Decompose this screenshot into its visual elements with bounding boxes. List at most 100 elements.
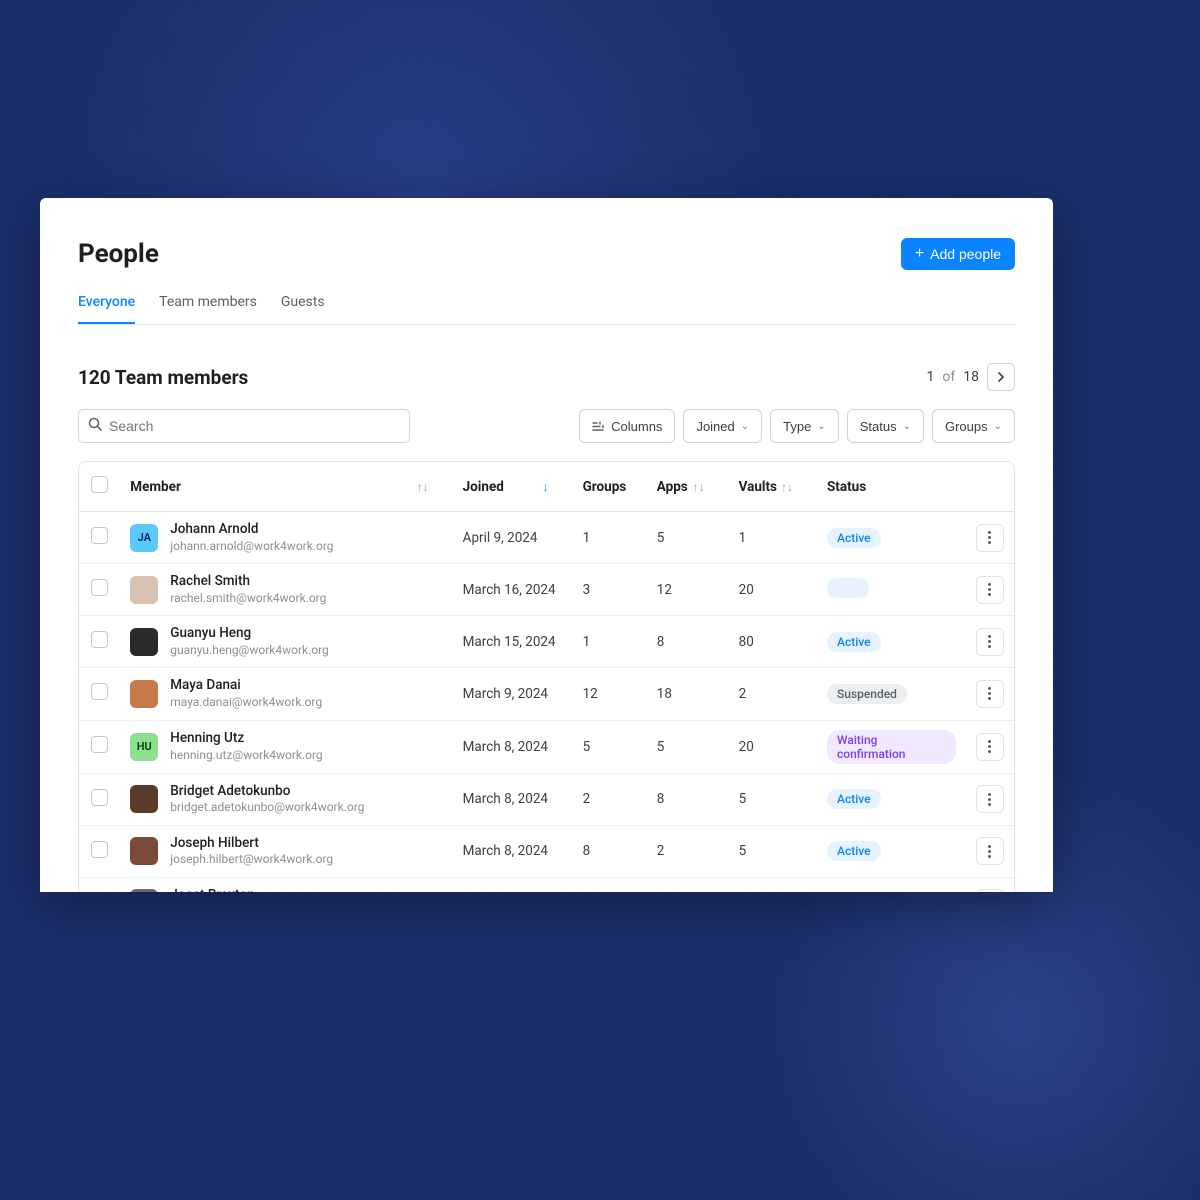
- tab-guests[interactable]: Guests: [281, 294, 325, 324]
- more-icon: [988, 635, 991, 648]
- table-row: Rachel Smithrachel.smith@work4work.orgMa…: [79, 564, 1014, 616]
- groups-cell: 8: [573, 877, 647, 892]
- member-email: maya.danai@work4work.org: [170, 695, 322, 711]
- groups-cell: 5: [573, 720, 647, 773]
- chevron-right-icon: [996, 372, 1006, 382]
- apps-cell: 18: [647, 668, 729, 720]
- page-title: People: [78, 239, 159, 269]
- vaults-cell: 2: [729, 668, 817, 720]
- status-badge: Waiting confirmation: [827, 730, 956, 764]
- table-row: HUHenning Utzhenning.utz@work4work.orgMa…: [79, 720, 1014, 773]
- col-groups[interactable]: Groups: [573, 462, 647, 512]
- vaults-cell: 1: [729, 512, 817, 564]
- member-name: Henning Utz: [170, 730, 322, 748]
- table-row: Joseph Hilbertjoseph.hilbert@work4work.o…: [79, 825, 1014, 877]
- table-row: Maya Danaimaya.danai@work4work.orgMarch …: [79, 668, 1014, 720]
- row-checkbox[interactable]: [91, 579, 108, 596]
- apps-cell: 18: [647, 877, 729, 892]
- avatar: [130, 680, 158, 708]
- apps-cell: 5: [647, 512, 729, 564]
- tab-team-members[interactable]: Team members: [159, 294, 257, 324]
- row-actions-button[interactable]: [976, 733, 1004, 761]
- more-icon: [988, 793, 991, 806]
- col-joined[interactable]: Joined: [463, 479, 504, 495]
- groups-cell: 1: [573, 616, 647, 668]
- member-email: henning.utz@work4work.org: [170, 748, 322, 764]
- sort-icon[interactable]: ↑↓: [417, 480, 429, 494]
- avatar: [130, 785, 158, 813]
- col-member[interactable]: Member: [130, 479, 181, 495]
- groups-cell: 8: [573, 825, 647, 877]
- avatar: [130, 889, 158, 892]
- page-of-label: of: [942, 369, 955, 385]
- select-all-checkbox[interactable]: [91, 476, 108, 493]
- row-checkbox[interactable]: [91, 631, 108, 648]
- apps-cell: 5: [647, 720, 729, 773]
- table-row: Joost Braxtonjoost.braxton@work4work.org…: [79, 877, 1014, 892]
- groups-cell: 12: [573, 668, 647, 720]
- row-actions-button[interactable]: [976, 889, 1004, 892]
- search-icon: [88, 417, 102, 435]
- member-email: johann.arnold@work4work.org: [170, 539, 333, 555]
- row-checkbox[interactable]: [91, 789, 108, 806]
- subtitle: 120 Team members: [78, 366, 248, 389]
- avatar: HU: [130, 733, 158, 761]
- joined-cell: March 8, 2024: [453, 825, 573, 877]
- member-name: Bridget Adetokunbo: [170, 783, 364, 801]
- joined-cell: March 16, 2024: [453, 564, 573, 616]
- member-email: rachel.smith@work4work.org: [170, 591, 326, 607]
- apps-cell: 12: [647, 564, 729, 616]
- sort-down-icon[interactable]: ↓: [543, 480, 549, 494]
- next-page-button[interactable]: [987, 363, 1015, 391]
- more-icon: [988, 531, 991, 544]
- status-badge: Active: [827, 528, 881, 548]
- row-actions-button[interactable]: [976, 680, 1004, 708]
- columns-icon: [592, 420, 605, 433]
- vaults-cell: 80: [729, 616, 817, 668]
- row-actions-button[interactable]: [976, 524, 1004, 552]
- row-checkbox[interactable]: [91, 736, 108, 753]
- main-panel: People + Add people Everyone Team members…: [40, 198, 1053, 892]
- type-filter[interactable]: Type ⌄: [770, 409, 839, 443]
- columns-button[interactable]: Columns: [579, 409, 675, 443]
- more-icon: [988, 583, 991, 596]
- groups-cell: 3: [573, 564, 647, 616]
- status-filter[interactable]: Status ⌄: [847, 409, 924, 443]
- vaults-cell: 20: [729, 720, 817, 773]
- apps-cell: 8: [647, 773, 729, 825]
- add-people-button[interactable]: + Add people: [901, 238, 1015, 270]
- joined-filter[interactable]: Joined ⌄: [683, 409, 762, 443]
- vaults-cell: 5: [729, 825, 817, 877]
- sort-icon[interactable]: ↑↓: [781, 480, 793, 494]
- row-actions-button[interactable]: [976, 837, 1004, 865]
- more-icon: [988, 687, 991, 700]
- row-checkbox[interactable]: [91, 683, 108, 700]
- row-checkbox[interactable]: [91, 527, 108, 544]
- row-actions-button[interactable]: [976, 576, 1004, 604]
- col-status[interactable]: Status: [817, 462, 966, 512]
- joined-cell: March 15, 2024: [453, 616, 573, 668]
- groups-filter[interactable]: Groups ⌄: [932, 409, 1015, 443]
- member-name: Maya Danai: [170, 677, 322, 695]
- apps-cell: 8: [647, 616, 729, 668]
- joined-cell: March 7, 2024: [453, 877, 573, 892]
- status-badge: [827, 578, 869, 598]
- chevron-down-icon: ⌄: [903, 421, 911, 432]
- tab-everyone[interactable]: Everyone: [78, 294, 135, 324]
- col-vaults[interactable]: Vaults: [739, 479, 777, 495]
- table-row: JA Johann Arnoldjohann.arnold@work4work.o…: [79, 512, 1014, 564]
- row-checkbox[interactable]: [91, 841, 108, 858]
- avatar: [130, 837, 158, 865]
- page-total: 18: [963, 369, 979, 385]
- row-actions-button[interactable]: [976, 785, 1004, 813]
- avatar: [130, 576, 158, 604]
- member-email: bridget.adetokunbo@work4work.org: [170, 800, 364, 816]
- more-icon: [988, 740, 991, 753]
- joined-cell: April 9, 2024: [453, 512, 573, 564]
- member-name: Johann Arnold: [170, 521, 333, 539]
- search-input[interactable]: [78, 409, 410, 443]
- col-apps[interactable]: Apps: [657, 479, 688, 495]
- sort-icon[interactable]: ↑↓: [693, 480, 705, 494]
- avatar: JA: [130, 524, 158, 552]
- row-actions-button[interactable]: [976, 628, 1004, 656]
